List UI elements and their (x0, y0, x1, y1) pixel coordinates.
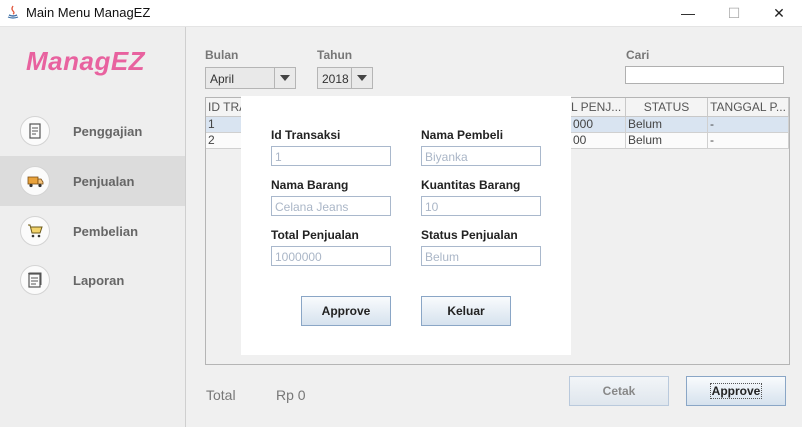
column-header-status[interactable]: STATUS (626, 98, 708, 117)
field-value: 1000000 (275, 250, 322, 264)
table-cell: 00 (571, 133, 626, 149)
cetak-button-label: Cetak (602, 384, 636, 398)
nama-barang-label: Nama Barang (271, 178, 349, 192)
field-value: Biyanka (425, 150, 468, 164)
status-penjualan-label: Status Penjualan (421, 228, 518, 242)
bulan-select[interactable]: April (205, 67, 296, 89)
approve-button[interactable]: Approve (686, 376, 786, 406)
kuantitas-barang-field[interactable]: 10 (421, 196, 541, 216)
approve-dialog: Id Transaksi 1 Nama Pembeli Biyanka Nama… (241, 96, 571, 355)
search-input[interactable] (625, 66, 784, 84)
dialog-approve-label: Approve (321, 304, 371, 318)
sidebar-item-label: Laporan (73, 273, 125, 288)
report-icon (20, 265, 50, 295)
table-cell: 1 (206, 117, 242, 133)
sidebar-item-penjualan[interactable]: Penjualan (0, 156, 185, 206)
total-penjualan-label: Total Penjualan (271, 228, 359, 242)
column-header-tanggal[interactable]: TANGGAL P... (708, 98, 789, 117)
total-penjualan-field[interactable]: 1000000 (271, 246, 391, 266)
cetak-button[interactable]: Cetak (569, 376, 669, 406)
table-cell: 2 (206, 133, 242, 149)
column-header-id[interactable]: ID TRA (206, 98, 242, 117)
java-app-icon (6, 5, 20, 19)
sidebar-item-label: Penggajian (73, 124, 143, 139)
approve-button-label: Approve (709, 383, 763, 399)
table-cell: Belum (626, 117, 708, 133)
close-button[interactable]: ✕ (756, 0, 802, 26)
nama-pembeli-field[interactable]: Biyanka (421, 146, 541, 166)
sidebar-item-pembelian[interactable]: Pembelian (0, 206, 185, 256)
chevron-down-icon[interactable] (274, 68, 295, 88)
total-value: Rp 0 (276, 387, 306, 403)
nama-pembeli-label: Nama Pembeli (421, 128, 504, 142)
sidebar-item-penggajian[interactable]: Penggajian (0, 106, 185, 156)
sidebar-item-laporan[interactable]: Laporan (0, 255, 185, 305)
cari-label: Cari (626, 48, 650, 62)
kuantitas-barang-label: Kuantitas Barang (421, 178, 521, 192)
title-bar: Main Menu ManagEZ — ☐ ✕ (0, 0, 802, 27)
maximize-button[interactable]: ☐ (711, 0, 757, 26)
dialog-keluar-label: Keluar (447, 304, 485, 318)
window-title: Main Menu ManagEZ (26, 5, 151, 20)
chevron-down-icon[interactable] (351, 68, 372, 88)
table-cell: - (708, 133, 789, 149)
id-transaksi-field[interactable]: 1 (271, 146, 391, 166)
table-cell: 000 (571, 117, 626, 133)
total-label: Total (206, 387, 236, 403)
status-penjualan-field[interactable]: Belum (421, 246, 541, 266)
tahun-value: 2018 (322, 72, 349, 86)
app-logo: ManagEZ (26, 46, 146, 76)
table-cell: - (708, 117, 789, 133)
minimize-button[interactable]: — (665, 0, 711, 26)
sidebar-item-label: Penjualan (73, 174, 135, 189)
table-cell: Belum (626, 133, 708, 149)
field-value: Belum (425, 250, 460, 264)
truck-icon (20, 166, 50, 196)
column-header-total[interactable]: L PENJ... (571, 98, 626, 117)
bulan-label: Bulan (205, 48, 239, 62)
dialog-approve-button[interactable]: Approve (301, 296, 391, 326)
id-transaksi-label: Id Transaksi (271, 128, 341, 142)
dialog-keluar-button[interactable]: Keluar (421, 296, 511, 326)
nama-barang-field[interactable]: Celana Jeans (271, 196, 391, 216)
tahun-label: Tahun (317, 48, 353, 62)
sidebar-item-label: Pembelian (73, 224, 139, 239)
receipt-icon (20, 116, 50, 146)
field-value: 1 (275, 150, 282, 164)
field-value: Celana Jeans (275, 200, 349, 214)
tahun-select[interactable]: 2018 (317, 67, 373, 89)
bulan-value: April (210, 72, 235, 86)
cart-icon (20, 216, 50, 246)
field-value: 10 (425, 200, 439, 214)
